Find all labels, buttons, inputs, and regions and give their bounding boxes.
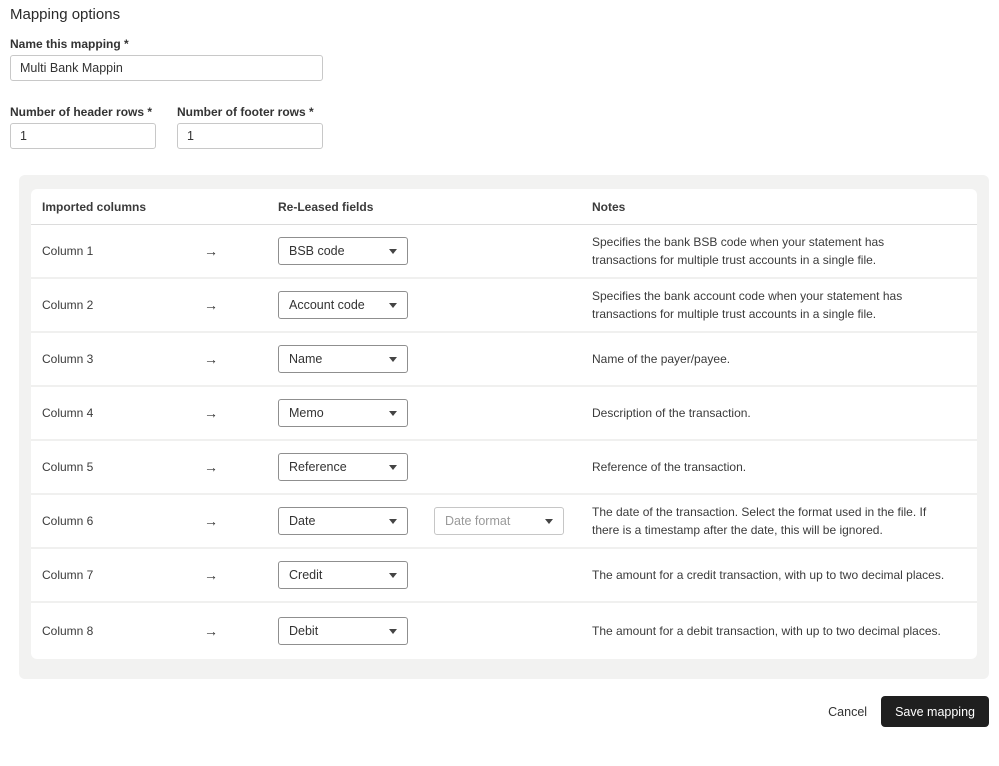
name-field-label: Name this mapping * bbox=[10, 37, 129, 51]
arrow-icon: → bbox=[204, 243, 218, 259]
note-text: The amount for a debit transaction, with… bbox=[592, 624, 941, 638]
field-select-label: Date bbox=[289, 514, 316, 528]
field-select[interactable]: Name bbox=[278, 345, 408, 373]
field-select[interactable]: Credit bbox=[278, 561, 408, 589]
note-text: Description of the transaction. bbox=[592, 406, 751, 420]
table-row: Column 2 → Account code Specifies the ba… bbox=[31, 279, 977, 333]
field-cell: Date Date format bbox=[278, 507, 592, 535]
field-select-label: Reference bbox=[289, 460, 347, 474]
note-text: Name of the payer/payee. bbox=[592, 352, 731, 366]
chevron-down-icon bbox=[389, 518, 397, 524]
table-row: Column 7 → Credit The amount for a credi… bbox=[31, 549, 977, 603]
table-row: Column 4 → Memo Description of the trans… bbox=[31, 387, 977, 441]
table-row: Column 6 → Date Date format The date of … bbox=[31, 495, 977, 549]
chevron-down-icon bbox=[389, 628, 397, 634]
field-cell: Credit bbox=[278, 561, 592, 589]
footer-rows-input[interactable] bbox=[177, 123, 323, 149]
field-cell: Name bbox=[278, 345, 592, 373]
header-rows-label: Number of header rows * bbox=[10, 105, 153, 119]
field-cell: Account code bbox=[278, 291, 592, 319]
field-select-label: Memo bbox=[289, 406, 324, 420]
field-select-label: BSB code bbox=[289, 244, 345, 258]
mapping-panel: Imported columns Re-Leased fields Notes … bbox=[19, 175, 989, 679]
mapping-table: Imported columns Re-Leased fields Notes … bbox=[31, 189, 977, 659]
table-row: Column 8 → Debit The amount for a debit … bbox=[31, 603, 977, 659]
arrow-icon: → bbox=[204, 297, 218, 313]
table-row: Column 1 → BSB code Specifies the bank B… bbox=[31, 225, 977, 279]
imported-column-label: Column 7 bbox=[42, 568, 94, 582]
footer-rows-label: Number of footer rows * bbox=[177, 105, 314, 119]
imported-column-label: Column 1 bbox=[42, 244, 94, 258]
arrow-icon: → bbox=[204, 513, 218, 529]
save-mapping-button[interactable]: Save mapping bbox=[881, 696, 989, 727]
note-text: Reference of the transaction. bbox=[592, 460, 747, 474]
field-cell: Memo bbox=[278, 399, 592, 427]
field-select-label: Credit bbox=[289, 568, 323, 582]
header-fields: Re-Leased fields bbox=[278, 199, 374, 214]
chevron-down-icon bbox=[389, 302, 397, 308]
rows-fields-group: Number of header rows * Number of footer… bbox=[10, 105, 989, 149]
chevron-down-icon bbox=[389, 248, 397, 254]
mapping-options-page: Mapping options Name this mapping * Numb… bbox=[0, 0, 999, 727]
date-format-select-label: Date format bbox=[445, 514, 511, 528]
chevron-down-icon bbox=[389, 464, 397, 470]
field-cell: Reference bbox=[278, 453, 592, 481]
note-text: Specifies the bank account code when you… bbox=[592, 289, 903, 321]
name-field-group: Name this mapping * bbox=[10, 37, 989, 81]
field-cell: BSB code bbox=[278, 237, 592, 265]
header-rows-input[interactable] bbox=[10, 123, 156, 149]
imported-column-label: Column 6 bbox=[42, 514, 94, 528]
table-row: Column 3 → Name Name of the payer/payee. bbox=[31, 333, 977, 387]
field-select-label: Debit bbox=[289, 624, 319, 638]
field-select[interactable]: Debit bbox=[278, 617, 408, 645]
table-row: Column 5 → Reference Reference of the tr… bbox=[31, 441, 977, 495]
imported-column-label: Column 2 bbox=[42, 298, 94, 312]
note-text: The date of the transaction. Select the … bbox=[592, 505, 927, 537]
header-imported-columns: Imported columns bbox=[42, 199, 147, 214]
field-select[interactable]: Reference bbox=[278, 453, 408, 481]
field-select[interactable]: Memo bbox=[278, 399, 408, 427]
field-cell: Debit bbox=[278, 617, 592, 645]
imported-column-label: Column 8 bbox=[42, 624, 94, 638]
field-select-label: Account code bbox=[289, 298, 365, 312]
field-select[interactable]: BSB code bbox=[278, 237, 408, 265]
cancel-button[interactable]: Cancel bbox=[820, 699, 875, 725]
imported-column-label: Column 3 bbox=[42, 352, 94, 366]
field-select-label: Name bbox=[289, 352, 323, 366]
mapping-name-input[interactable] bbox=[10, 55, 323, 81]
footer-rows-field-group: Number of footer rows * bbox=[177, 105, 323, 149]
imported-column-label: Column 4 bbox=[42, 406, 94, 420]
table-header-row: Imported columns Re-Leased fields Notes bbox=[31, 189, 977, 225]
mapping-table-body: Column 1 → BSB code Specifies the bank B… bbox=[31, 225, 977, 659]
footer-actions: Cancel Save mapping bbox=[10, 696, 989, 727]
chevron-down-icon bbox=[389, 410, 397, 416]
note-text: The amount for a credit transaction, wit… bbox=[592, 568, 945, 582]
arrow-icon: → bbox=[204, 623, 218, 639]
page-title: Mapping options bbox=[10, 6, 121, 23]
field-select[interactable]: Date bbox=[278, 507, 408, 535]
field-select[interactable]: Account code bbox=[278, 291, 408, 319]
chevron-down-icon bbox=[389, 356, 397, 362]
arrow-icon: → bbox=[204, 459, 218, 475]
arrow-icon: → bbox=[204, 567, 218, 583]
chevron-down-icon bbox=[545, 518, 553, 524]
arrow-icon: → bbox=[204, 405, 218, 421]
arrow-icon: → bbox=[204, 351, 218, 367]
header-notes: Notes bbox=[592, 199, 626, 214]
note-text: Specifies the bank BSB code when your st… bbox=[592, 235, 885, 267]
chevron-down-icon bbox=[389, 572, 397, 578]
date-format-select[interactable]: Date format bbox=[434, 507, 564, 535]
header-rows-field-group: Number of header rows * bbox=[10, 105, 156, 149]
imported-column-label: Column 5 bbox=[42, 460, 94, 474]
